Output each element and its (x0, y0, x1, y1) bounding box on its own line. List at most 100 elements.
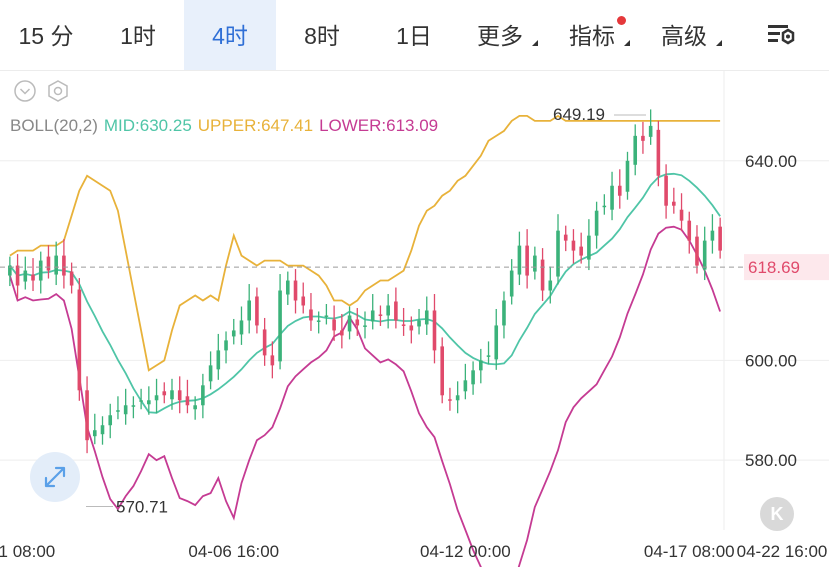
legend-name: BOLL(20,2) (10, 116, 98, 135)
candle-body (185, 396, 190, 406)
notification-dot (617, 16, 626, 25)
candle-body (517, 245, 522, 275)
candle-body (208, 365, 213, 382)
tab-indicators[interactable]: 指标 (566, 0, 630, 70)
y-tick-label: 640.00 (745, 152, 797, 171)
candle-body (664, 175, 668, 206)
candle-body (594, 210, 599, 236)
candle-body (610, 185, 614, 210)
candle-body (509, 270, 514, 297)
candle-body (679, 209, 684, 221)
candle-body (231, 330, 236, 337)
tab-label: 高级 (661, 23, 707, 49)
candle-body (247, 300, 251, 321)
candle-body (46, 256, 51, 271)
candle-body (587, 235, 591, 260)
high-marker-label: 649.19 (553, 105, 605, 124)
candle-body (648, 125, 653, 137)
tab-label: 1日 (396, 23, 432, 49)
candle-body (641, 135, 645, 141)
candle-body (579, 246, 583, 256)
candle-body (201, 385, 205, 406)
candle-body (85, 390, 89, 441)
caret-icon (716, 40, 722, 46)
x-tick-label: 04-01 08:00 (0, 542, 55, 561)
tab-1h[interactable]: 1时 (96, 0, 180, 70)
candle-body (363, 325, 367, 327)
candle-body (193, 405, 197, 410)
candle-body (23, 270, 28, 282)
candle-body (139, 400, 143, 402)
tab-label: 8时 (304, 23, 340, 49)
candle-body (394, 301, 398, 321)
chevron-down-icon[interactable] (13, 79, 37, 103)
candle-body (625, 160, 630, 192)
candle-body (301, 296, 306, 306)
candle-body (31, 274, 35, 281)
candle-body (556, 230, 560, 277)
candle-body (448, 399, 452, 401)
tab-label: 15 分 (18, 23, 74, 49)
candle-body (409, 325, 414, 331)
candle-body (540, 259, 545, 291)
tab-15m[interactable]: 15 分 (4, 0, 88, 70)
candle-body (123, 405, 128, 415)
timeframe-tab-bar: 15 分 1时 4时 8时 1日 更多 指标 高级 (0, 0, 829, 71)
candle-body (656, 129, 661, 176)
candle-body (695, 236, 699, 266)
tab-label: 指标 (569, 23, 615, 49)
candle-body (147, 400, 151, 405)
candle-body (471, 370, 475, 385)
candle-body (162, 391, 167, 396)
candle-body (92, 430, 97, 437)
tab-1d[interactable]: 1日 (372, 0, 456, 70)
candle-body (455, 395, 460, 401)
candle-body (687, 220, 692, 241)
settings-icon[interactable] (760, 16, 800, 54)
candle-body (417, 320, 421, 327)
candle-body (533, 255, 537, 272)
chart-area[interactable]: 618.69 649.19 570.71 640.00 600.00 580.00 04-… (0, 71, 829, 572)
expand-arrows-icon (44, 466, 66, 488)
candle-body (548, 280, 553, 291)
x-tick-label: 04-22 16:00 (737, 542, 828, 561)
k-letter-icon[interactable]: K (760, 497, 794, 531)
candle-body (270, 355, 275, 366)
candle-body (378, 314, 383, 316)
legend-mid: MID:630.25 (103, 116, 192, 135)
candle-body (563, 234, 568, 241)
candle-body (116, 410, 120, 412)
candle-body (494, 325, 499, 360)
candle-body (672, 201, 676, 206)
candle-body (131, 405, 136, 407)
low-marker-label: 570.71 (116, 498, 168, 517)
candle-body (424, 310, 429, 325)
candle-body (702, 240, 707, 270)
current-price-label: 618.69 (748, 258, 800, 277)
y-tick-label: 580.00 (745, 451, 797, 470)
tab-label: 更多 (477, 23, 523, 49)
candle-body (239, 320, 244, 335)
candle-body (602, 205, 607, 208)
tab-label: 1时 (120, 23, 156, 49)
candle-body (370, 310, 375, 322)
y-tick-label: 600.00 (745, 351, 797, 370)
legend-upper: UPPER:647.41 (197, 116, 314, 135)
caret-icon (532, 40, 538, 46)
tab-8h[interactable]: 8时 (280, 0, 364, 70)
candle-body (525, 245, 529, 276)
candle-body (502, 300, 506, 326)
candle-body (293, 280, 298, 301)
hexagon-gear-icon[interactable] (46, 79, 70, 103)
expand-button[interactable] (30, 452, 80, 502)
candle-body (38, 260, 43, 281)
tab-more[interactable]: 更多 (474, 0, 538, 70)
tab-4h[interactable]: 4时 (184, 0, 276, 70)
tab-advanced[interactable]: 高级 (658, 0, 722, 70)
candle-body (440, 346, 445, 396)
grid-lines (0, 71, 829, 530)
candle-body (177, 390, 182, 401)
caret-icon (624, 40, 630, 46)
candle-body (571, 240, 576, 251)
candle-body (285, 280, 290, 295)
